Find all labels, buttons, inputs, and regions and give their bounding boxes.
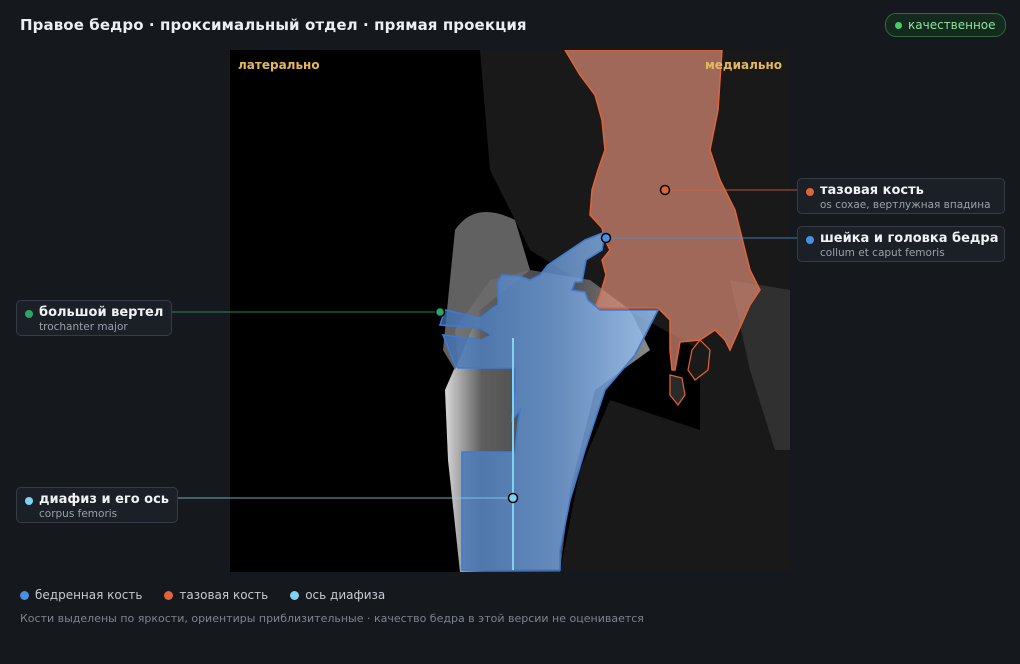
page-title: Правое бедро · проксимальный отдел · пря… bbox=[20, 16, 527, 34]
status-badge: качественное bbox=[885, 13, 1006, 37]
callout-latin: os coxae, вертлужная впадина bbox=[820, 199, 991, 211]
status-label: качественное bbox=[908, 18, 996, 32]
legend-item-axis: ось диафиза bbox=[290, 588, 385, 602]
callout-dot bbox=[25, 497, 33, 505]
callout-dot bbox=[806, 188, 814, 196]
callout-dot bbox=[806, 236, 814, 244]
orientation-medial: медиально bbox=[704, 58, 782, 72]
legend-item-femur: бедренная кость bbox=[20, 588, 142, 602]
callout-femoral-neck[interactable]: шейка и головка бедра collum et caput fe… bbox=[797, 226, 1005, 262]
callout-latin: trochanter major bbox=[39, 321, 128, 333]
callout-name: шейка и головка бедра bbox=[820, 231, 999, 246]
callout-dot bbox=[25, 310, 33, 318]
status-dot bbox=[895, 21, 902, 29]
callout-greater-trochanter[interactable]: большой вертел trochanter major bbox=[16, 300, 172, 336]
callout-latin: collum et caput femoris bbox=[820, 247, 945, 259]
callout-name: диафиз и его ось bbox=[39, 492, 170, 507]
legend-label: ось диафиза bbox=[305, 588, 386, 602]
legend-dot bbox=[290, 590, 300, 600]
callout-femoral-shaft[interactable]: диафиз и его ось corpus femoris bbox=[16, 487, 178, 523]
callout-name: большой вертел bbox=[39, 305, 164, 320]
legend-label: тазовая кость bbox=[179, 588, 269, 602]
legend-dot bbox=[164, 590, 174, 600]
callout-name: тазовая кость bbox=[820, 183, 924, 198]
footnote: Кости выделены по яркости, ориентиры при… bbox=[20, 612, 644, 625]
xray-image bbox=[230, 50, 790, 572]
image-viewer[interactable]: латерально медиально bbox=[230, 50, 790, 572]
legend-item-pelvis: тазовая кость bbox=[164, 588, 268, 602]
orientation-lateral: латерально bbox=[238, 58, 320, 72]
legend-label: бедренная кость bbox=[35, 588, 143, 602]
legend: бедренная кость тазовая кость ось диафиз… bbox=[20, 588, 385, 602]
legend-dot bbox=[20, 590, 29, 600]
callout-pelvis[interactable]: тазовая кость os coxae, вертлужная впади… bbox=[797, 178, 1005, 214]
callout-latin: corpus femoris bbox=[39, 508, 118, 520]
